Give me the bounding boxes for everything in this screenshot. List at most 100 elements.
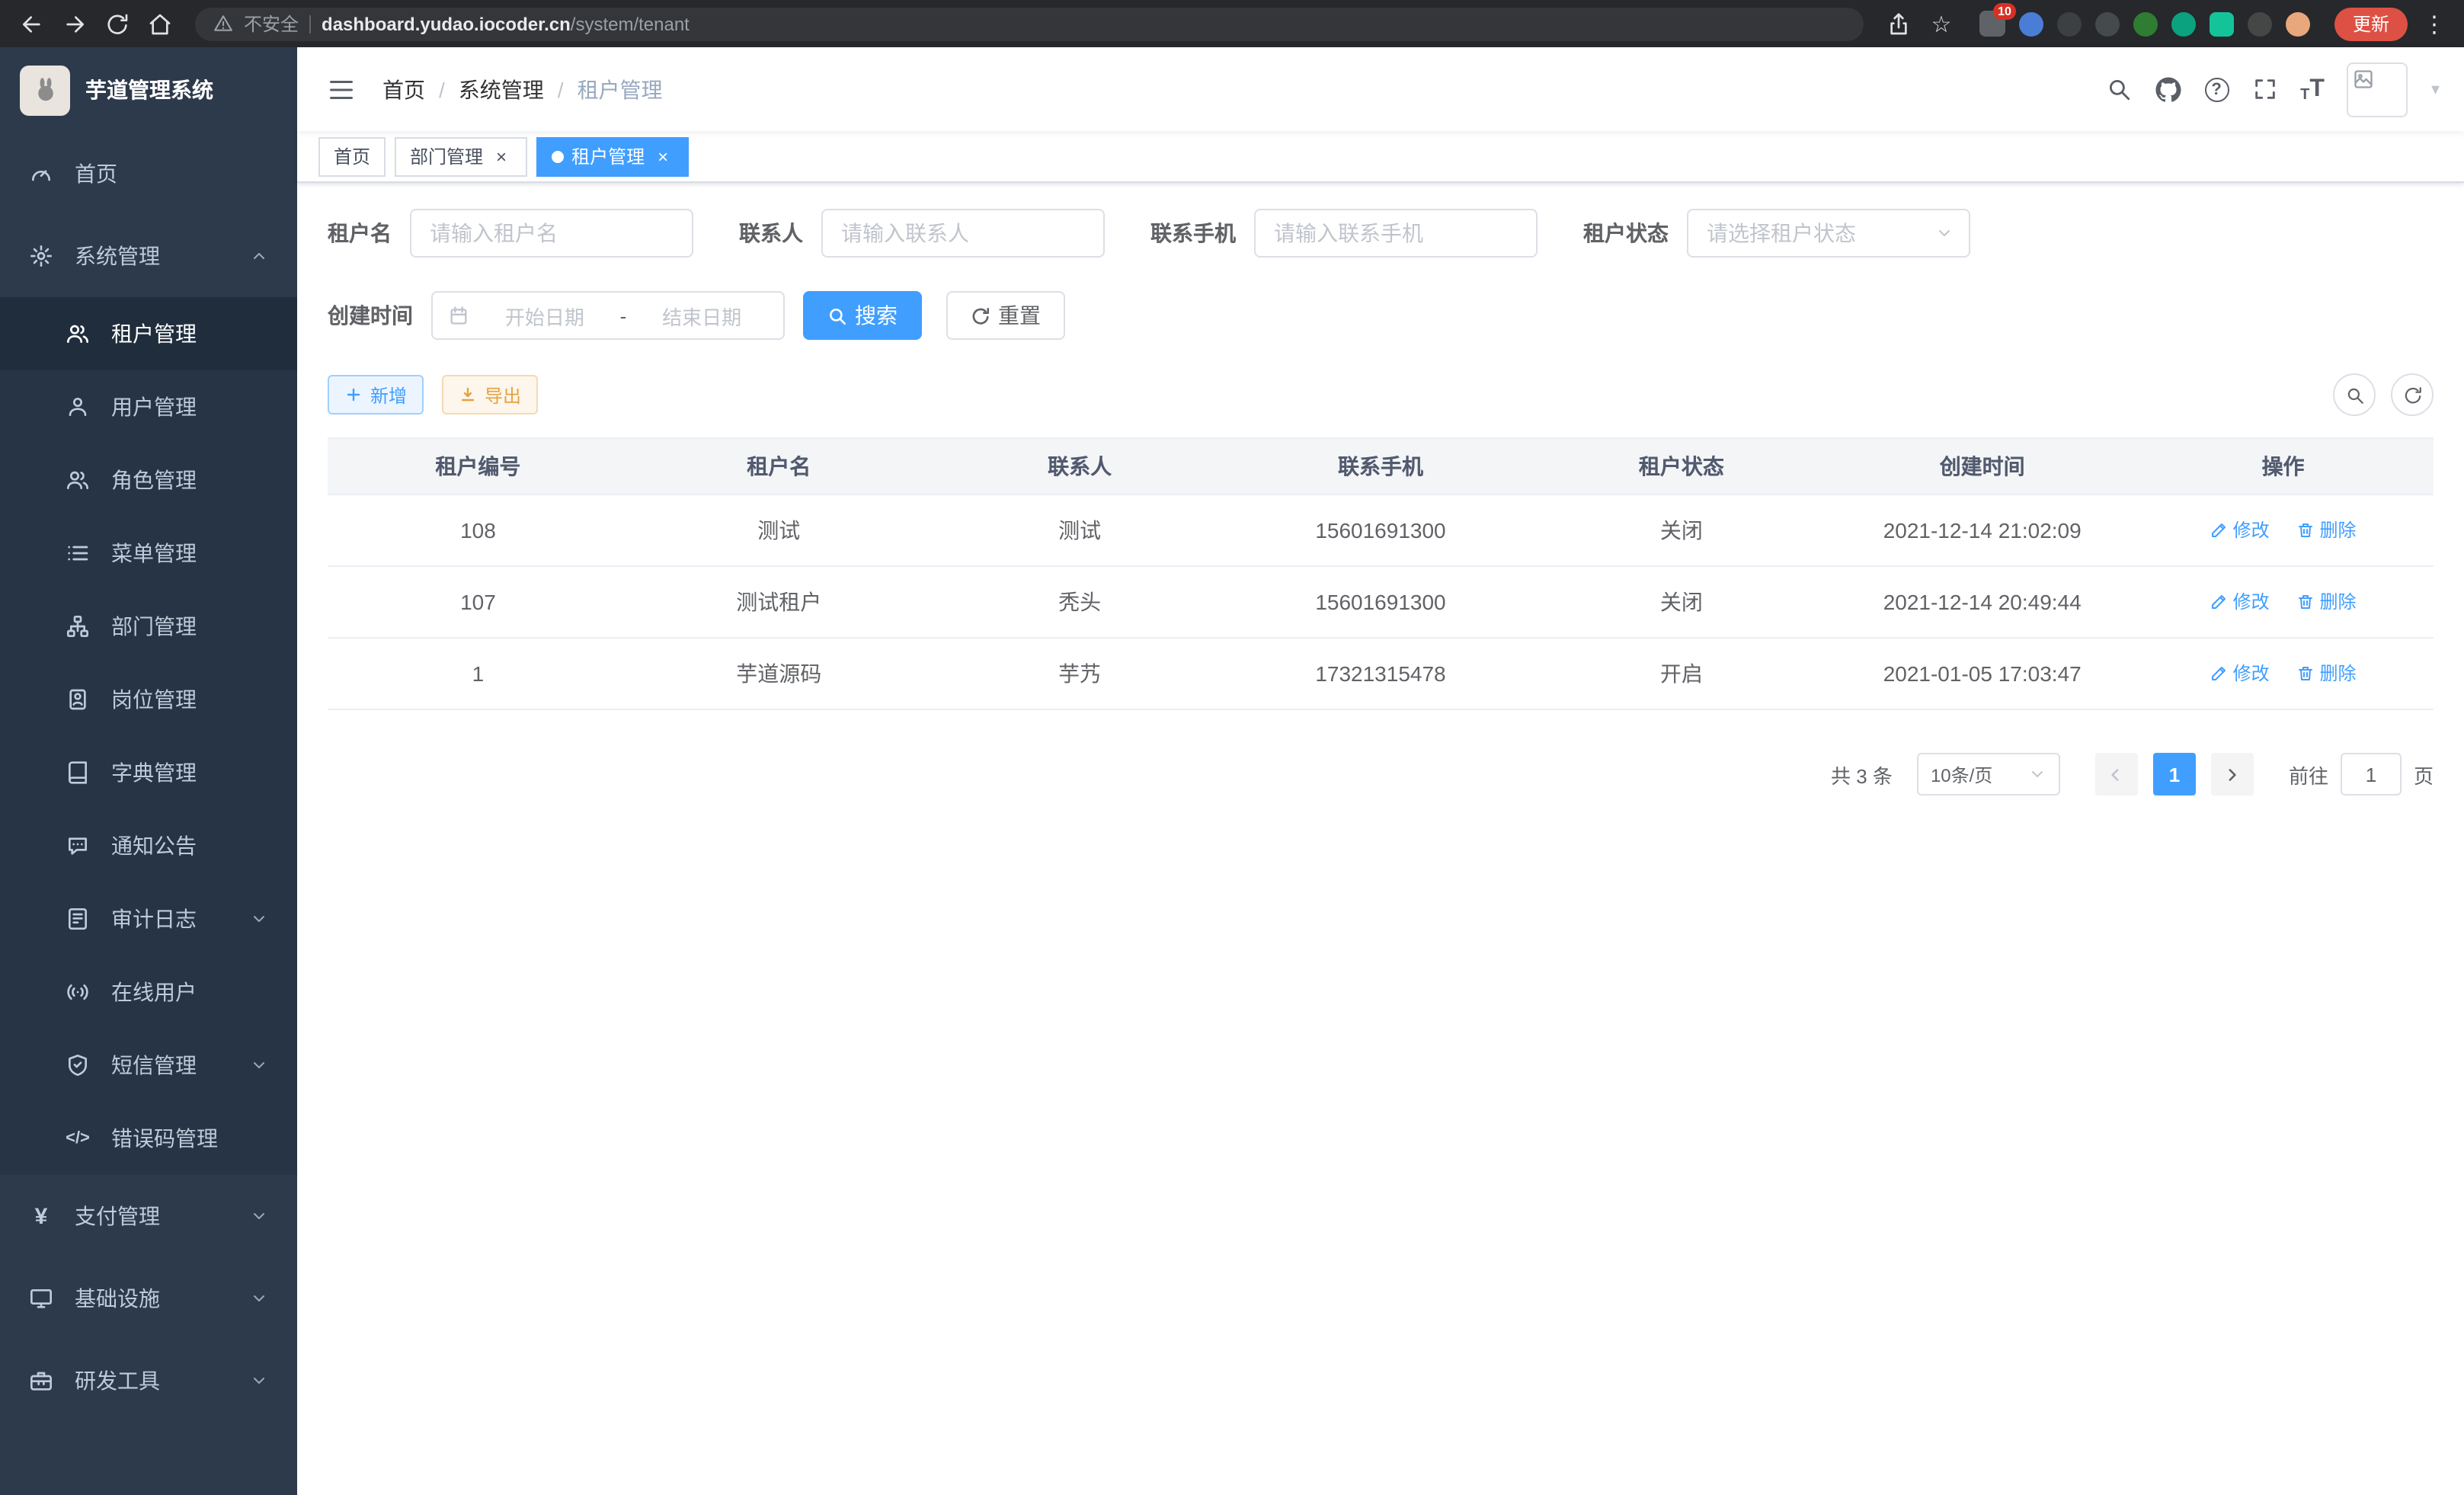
sidebar-item-home[interactable]: 首页 [0, 133, 297, 215]
sidebar-item-payment[interactable]: ¥ 支付管理 [0, 1175, 297, 1257]
phone-input[interactable] [1254, 209, 1538, 258]
gear-icon [29, 244, 53, 268]
sidebar-item-dev-tools[interactable]: 研发工具 [0, 1340, 297, 1422]
chevron-down-icon [250, 1207, 268, 1225]
page-number-button[interactable]: 1 [2153, 753, 2196, 796]
sidebar-item-role[interactable]: 角色管理 [0, 443, 297, 517]
sidebar-item-tenant[interactable]: 租户管理 [0, 297, 297, 370]
goto-page-input[interactable] [2341, 753, 2402, 796]
font-size-icon[interactable]: TT [2300, 75, 2325, 103]
page-size-select[interactable]: 10条/页 [1917, 753, 2060, 796]
prev-page-button[interactable] [2095, 753, 2138, 796]
extension-icon[interactable] [2286, 11, 2310, 36]
avatar[interactable] [2347, 62, 2408, 117]
extension-icon[interactable] [2248, 11, 2272, 36]
menu-list-icon [66, 541, 90, 565]
next-page-button[interactable] [2211, 753, 2254, 796]
users-icon [66, 322, 90, 346]
close-icon[interactable]: × [652, 146, 674, 167]
tab-home[interactable]: 首页 [318, 136, 386, 176]
security-label: 不安全 [244, 11, 299, 37]
browser-menu-icon[interactable]: ⋮ [2423, 10, 2446, 37]
extension-icon[interactable]: 10 [1979, 11, 2005, 37]
caret-down-icon[interactable]: ▾ [2431, 79, 2440, 99]
sidebar-item-dept[interactable]: 部门管理 [0, 590, 297, 663]
sidebar-item-system[interactable]: 系统管理 [0, 215, 297, 297]
cell-tenant-id: 107 [328, 590, 629, 614]
sidebar-item-user[interactable]: 用户管理 [0, 370, 297, 443]
search-button[interactable]: 搜索 [803, 291, 922, 340]
sidebar-item-notice[interactable]: 通知公告 [0, 809, 297, 882]
contact-input[interactable] [821, 209, 1105, 258]
extension-icon[interactable] [2019, 11, 2043, 36]
github-icon[interactable] [2154, 75, 2181, 103]
tab-tenant[interactable]: 租户管理 × [536, 136, 689, 176]
home-browser-icon[interactable] [140, 4, 180, 43]
edit-icon [2210, 593, 2229, 611]
sidebar-item-infra[interactable]: 基础设施 [0, 1257, 297, 1340]
breadcrumb-item-home[interactable]: 首页 [382, 74, 425, 104]
delete-button[interactable]: 删除 [2296, 517, 2356, 543]
chevron-down-icon [2028, 765, 2046, 783]
date-start-placeholder: 开始日期 [478, 301, 611, 330]
delete-button[interactable]: 删除 [2296, 661, 2356, 687]
sidebar-item-menu[interactable]: 菜单管理 [0, 517, 297, 590]
address-bar[interactable]: 不安全 dashboard.yudao.iocoder.cn/system/te… [195, 7, 1864, 40]
close-icon[interactable]: × [491, 146, 512, 167]
status-select[interactable]: 请选择租户状态 [1687, 209, 1970, 258]
main-area: 首页 / 系统管理 / 租户管理 ? [297, 47, 2464, 1495]
monitor-icon [29, 1286, 53, 1311]
forward-icon[interactable] [55, 4, 94, 43]
sidebar-item-error-code[interactable]: </> 错误码管理 [0, 1102, 297, 1175]
cell-status: 关闭 [1531, 515, 1832, 546]
sidebar-item-post[interactable]: 岗位管理 [0, 663, 297, 736]
cell-phone: 15601691300 [1230, 590, 1531, 614]
export-button[interactable]: 导出 [442, 375, 538, 415]
calendar-icon [448, 305, 469, 326]
app-logo-row[interactable]: 芋道管理系统 [0, 47, 297, 133]
phone-label: 联系手机 [1150, 218, 1236, 248]
extension-icon[interactable] [2133, 11, 2158, 36]
cell-status: 开启 [1531, 658, 1832, 689]
edit-button[interactable]: 修改 [2210, 661, 2270, 687]
chevron-left-icon [2107, 764, 2126, 784]
reset-button[interactable]: 重置 [946, 291, 1065, 340]
tab-dept[interactable]: 部门管理 × [395, 136, 527, 176]
edit-button[interactable]: 修改 [2210, 517, 2270, 543]
code-icon: </> [66, 1129, 90, 1148]
add-button[interactable]: 新增 [328, 375, 424, 415]
reload-icon[interactable] [98, 4, 137, 43]
search-icon[interactable] [2105, 76, 2131, 102]
toggle-search-button[interactable] [2333, 373, 2376, 416]
fullscreen-icon[interactable] [2251, 76, 2277, 102]
update-button[interactable]: 更新 [2334, 7, 2408, 40]
share-icon[interactable] [1879, 4, 1918, 43]
bookmark-star-icon[interactable]: ☆ [1922, 4, 1961, 43]
breadcrumb: 首页 / 系统管理 / 租户管理 [382, 74, 663, 104]
cell-operations: 修改 删除 [2133, 589, 2434, 616]
sidebar-item-online-users[interactable]: 在线用户 [0, 956, 297, 1029]
tenant-table: 租户编号 租户名 联系人 联系手机 租户状态 创建时间 操作 108 测试 测试… [328, 437, 2434, 710]
shield-icon [66, 1053, 90, 1077]
message-icon [66, 834, 90, 858]
refresh-icon [971, 306, 990, 325]
extension-icon[interactable] [2210, 11, 2234, 36]
sidebar-item-audit-log[interactable]: 审计日志 [0, 882, 297, 956]
breadcrumb-item-system[interactable]: 系统管理 [459, 74, 544, 104]
tenant-name-input[interactable] [410, 209, 693, 258]
help-icon[interactable]: ? [2204, 77, 2229, 101]
sidebar-item-dict[interactable]: 字典管理 [0, 736, 297, 809]
extension-icon[interactable] [2057, 11, 2082, 36]
extension-icon[interactable] [2171, 11, 2196, 36]
search-icon [2344, 385, 2364, 405]
app-header: 首页 / 系统管理 / 租户管理 ? [297, 47, 2464, 131]
sidebar-item-sms[interactable]: 短信管理 [0, 1029, 297, 1102]
refresh-icon [2402, 385, 2422, 405]
edit-button[interactable]: 修改 [2210, 589, 2270, 615]
extension-icon[interactable] [2095, 11, 2120, 36]
refresh-table-button[interactable] [2391, 373, 2434, 416]
create-time-range-picker[interactable]: 开始日期 - 结束日期 [431, 291, 785, 340]
menu-fold-icon[interactable] [322, 69, 361, 109]
delete-button[interactable]: 删除 [2296, 589, 2356, 615]
back-icon[interactable] [12, 4, 52, 43]
